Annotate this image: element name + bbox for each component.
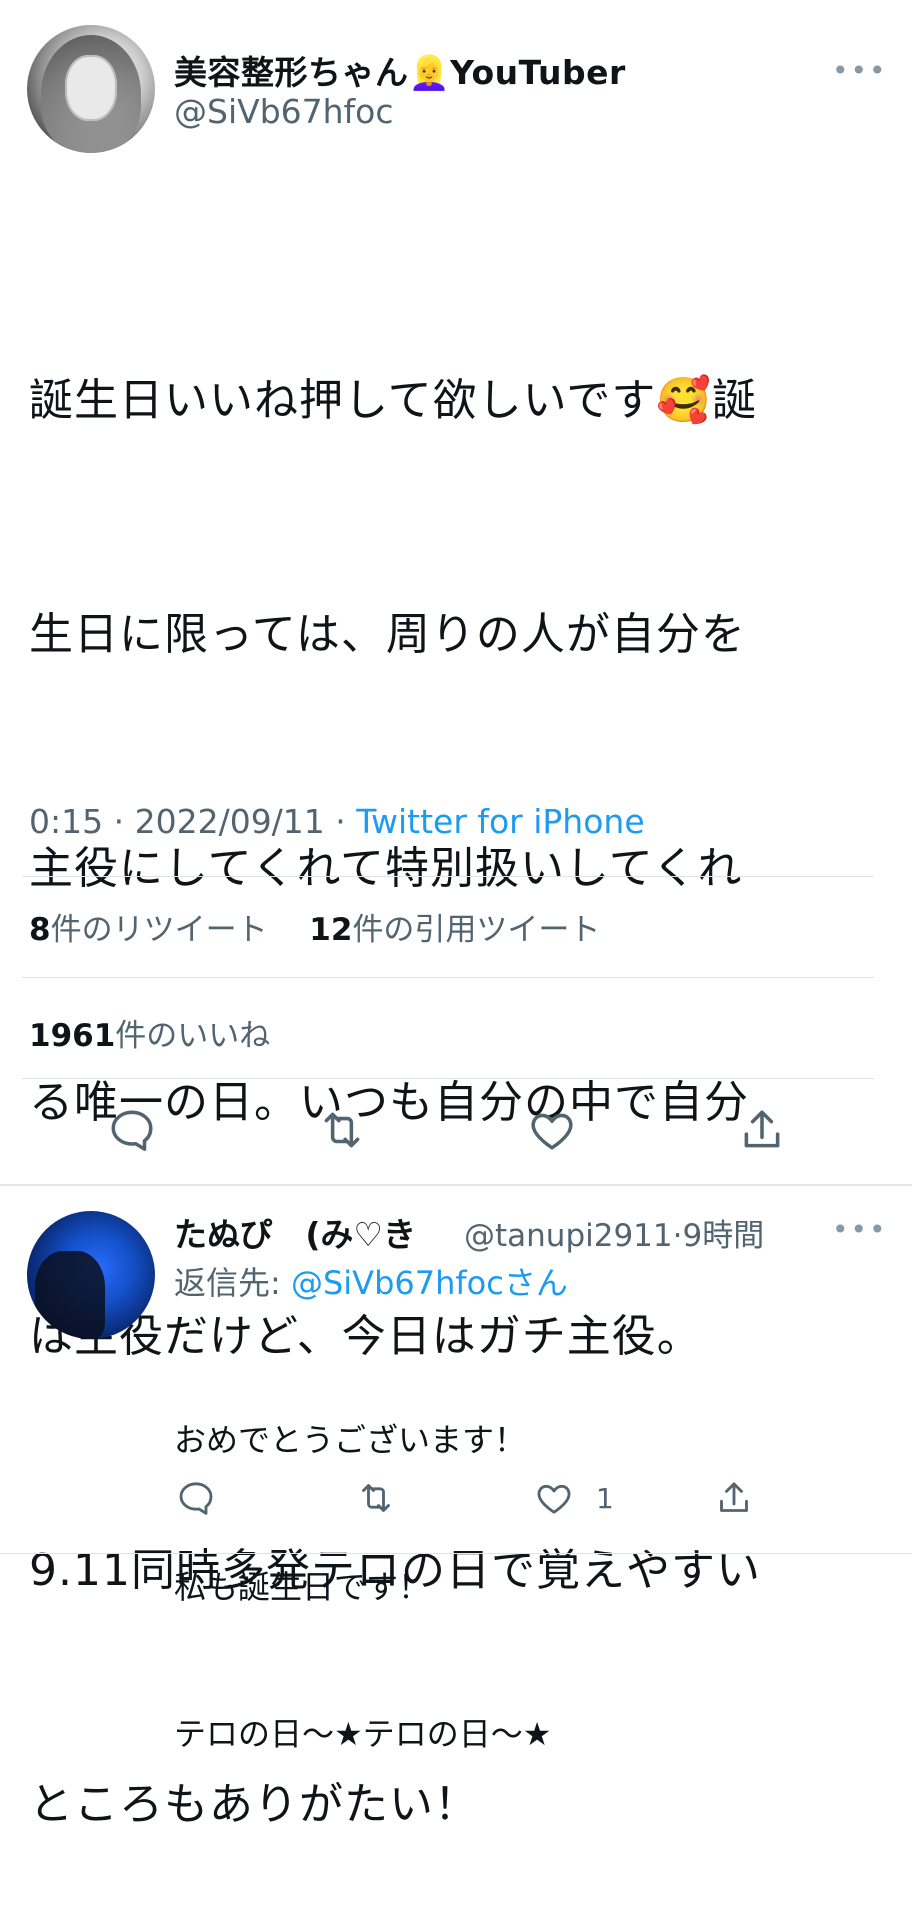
reply-text-line: おめでとうございます！ (174, 1421, 527, 1459)
comment-bubble-icon (111, 1110, 153, 1151)
reply-like-button[interactable] (532, 1476, 576, 1520)
meta-separator: · (335, 802, 357, 841)
engagement-stats: 8件のリツイート 12件の引用ツイート (29, 904, 600, 949)
like-button[interactable] (524, 1102, 580, 1158)
reply-reply-button[interactable] (174, 1476, 218, 1520)
reply-author-avatar[interactable] (27, 1211, 155, 1339)
tweet-source-link[interactable]: Twitter for iPhone (356, 802, 644, 841)
heart-icon (537, 1484, 571, 1514)
meta-separator: · (113, 802, 135, 841)
retweet-icon (362, 1484, 390, 1512)
likes-label: 件のいいね (115, 1018, 271, 1054)
reply-author-handle[interactable]: @tanupi2911 (464, 1218, 673, 1254)
share-button[interactable] (734, 1102, 790, 1158)
author-display-name[interactable]: 美容整形ちゃん👱‍♀️YouTuber (174, 46, 626, 94)
reply-share-button[interactable] (712, 1476, 756, 1520)
divider (0, 1553, 912, 1554)
more-dots-icon[interactable]: ••• (832, 1213, 888, 1246)
reply-like-count: 1 (596, 1482, 614, 1515)
meta-separator: · (672, 1218, 683, 1254)
reply-text: おめでとうございます！ 私も誕生日です！ テロの日〜★テロの日〜★ (174, 1318, 874, 1808)
retweet-icon (324, 1112, 360, 1148)
retweet-button[interactable] (314, 1102, 370, 1158)
likes-stat[interactable]: 1961件のいいね (29, 1010, 270, 1055)
reply-text-line: 私も誕生日です！ (174, 1568, 431, 1606)
tweet-text-line: 主役にしてくれて特別扱いしてくれ (29, 843, 743, 894)
tweet-date: 2022/09/11 (134, 802, 325, 841)
reply-to-mention[interactable]: @SiVb67hfoc (291, 1264, 504, 1302)
more-dots-icon[interactable]: ••• (832, 54, 888, 87)
tweet-meta: 0:15 · 2022/09/11 · Twitter for iPhone (29, 802, 645, 841)
section-divider (0, 1184, 912, 1186)
quotes-count: 12 (309, 912, 353, 948)
reply-retweet-button[interactable] (354, 1476, 398, 1520)
likes-count: 1961 (29, 1018, 116, 1054)
reply-button[interactable] (104, 1102, 160, 1158)
quotes-stat[interactable]: 12件の引用ツイート (309, 912, 600, 948)
divider (22, 1078, 874, 1079)
comment-bubble-icon (179, 1482, 213, 1515)
reply-author-display-name[interactable]: たぬぴ (み♡き (174, 1208, 416, 1256)
divider (22, 977, 874, 978)
reply-to-suffix: さん (503, 1264, 568, 1302)
reply-text-line: テロの日〜★テロの日〜★ (174, 1715, 552, 1753)
reply-author-meta: @tanupi2911·9時間 (464, 1210, 764, 1255)
quotes-label: 件の引用ツイート (352, 912, 601, 948)
reply-time: 9時間 (682, 1218, 765, 1254)
share-icon (744, 1110, 780, 1148)
share-icon (720, 1482, 748, 1512)
author-handle[interactable]: @SiVb67hfoc (174, 92, 394, 131)
replying-to: 返信先: @SiVb67hfocさん (174, 1258, 568, 1304)
retweets-count: 8 (29, 912, 51, 948)
retweets-label: 件のリツイート (50, 912, 268, 948)
heart-icon (531, 1113, 573, 1150)
tweet-text-line: 生日に限っては、周りの人が自分を (29, 609, 746, 660)
tweet-time: 0:15 (29, 802, 104, 841)
divider (22, 876, 874, 877)
retweets-stat[interactable]: 8件のリツイート (29, 912, 268, 948)
tweet-text-line: 誕生日いいね押して欲しいです🥰誕 (29, 375, 758, 426)
author-avatar[interactable] (27, 25, 155, 153)
reply-to-prefix: 返信先: (174, 1264, 291, 1302)
